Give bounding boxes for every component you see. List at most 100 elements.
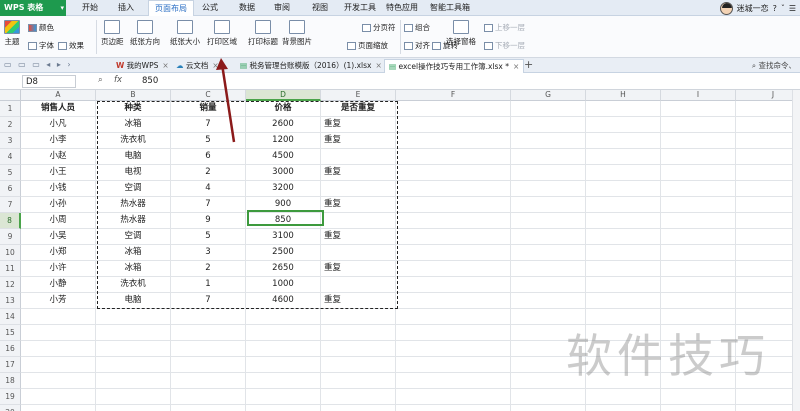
margins-button[interactable]: 页边距 [101, 20, 124, 47]
close-icon[interactable]: × [162, 61, 168, 70]
command-search[interactable]: ⌕ 查找命令、 [752, 60, 796, 71]
cell[interactable] [736, 101, 800, 117]
cell[interactable] [21, 373, 96, 389]
cell[interactable] [171, 325, 246, 341]
cell[interactable] [396, 341, 511, 357]
cell[interactable]: 1000 [246, 277, 321, 293]
cell[interactable] [586, 213, 661, 229]
cell[interactable]: 小芳 [21, 293, 96, 309]
row-header[interactable]: 14 [0, 309, 21, 325]
cell[interactable] [511, 101, 586, 117]
menu-item-8[interactable]: 特色应用 [380, 0, 424, 16]
cell[interactable]: 7 [171, 117, 246, 133]
cell[interactable] [661, 245, 736, 261]
cell[interactable] [396, 101, 511, 117]
tab-my-wps[interactable]: W 我的WPS × [112, 59, 173, 73]
cell[interactable]: 电脑 [96, 293, 171, 309]
cell[interactable] [511, 213, 586, 229]
cell[interactable] [396, 373, 511, 389]
vertical-scrollbar[interactable] [792, 90, 800, 411]
cell[interactable]: 重复 [321, 261, 396, 277]
cell[interactable]: 销售人员 [21, 101, 96, 117]
cell[interactable] [661, 133, 736, 149]
cell[interactable]: 重复 [321, 229, 396, 245]
avatar[interactable] [719, 1, 733, 15]
cell[interactable] [586, 405, 661, 411]
cell[interactable] [511, 405, 586, 411]
cell[interactable]: 重复 [321, 197, 396, 213]
user-name[interactable]: 迷城一恋 [737, 3, 769, 14]
cell[interactable] [661, 213, 736, 229]
page-zoom-button[interactable]: 页面缩放 [347, 40, 388, 51]
bring-forward-button[interactable]: 上移一层 [484, 22, 525, 33]
cell[interactable] [246, 389, 321, 405]
cell[interactable] [661, 389, 736, 405]
row-header[interactable]: 12 [0, 277, 21, 293]
cell[interactable]: 空调 [96, 229, 171, 245]
column-header[interactable]: E [321, 90, 396, 101]
new-tab-button[interactable]: + [524, 58, 533, 71]
wps-app-button[interactable]: WPS 表格 ▾ [0, 0, 66, 16]
close-icon[interactable]: × [375, 61, 381, 70]
cell[interactable] [21, 405, 96, 411]
cell[interactable] [396, 197, 511, 213]
cell[interactable]: 小钱 [21, 181, 96, 197]
cell[interactable] [736, 293, 800, 309]
cell[interactable] [246, 341, 321, 357]
cell[interactable] [586, 101, 661, 117]
cell[interactable] [321, 245, 396, 261]
cell[interactable] [586, 181, 661, 197]
cell[interactable] [586, 245, 661, 261]
cell[interactable] [396, 293, 511, 309]
cell[interactable] [586, 197, 661, 213]
menu-item-6[interactable]: 视图 [306, 0, 334, 16]
cell[interactable] [586, 165, 661, 181]
column-header[interactable]: H [586, 90, 661, 101]
cell[interactable]: 900 [246, 197, 321, 213]
row-header[interactable]: 19 [0, 389, 21, 405]
cell[interactable]: 4600 [246, 293, 321, 309]
menu-item-4[interactable]: 数据 [233, 0, 261, 16]
cell[interactable] [586, 277, 661, 293]
cell[interactable] [586, 389, 661, 405]
cell[interactable] [661, 117, 736, 133]
cell[interactable]: 2500 [246, 245, 321, 261]
cell[interactable] [321, 341, 396, 357]
cell[interactable]: 洗衣机 [96, 133, 171, 149]
menu-item-0[interactable]: 开始 [76, 0, 104, 16]
cell[interactable] [171, 357, 246, 373]
cell[interactable]: 小孙 [21, 197, 96, 213]
cell[interactable] [396, 149, 511, 165]
cell[interactable] [511, 261, 586, 277]
cell[interactable] [661, 149, 736, 165]
cell[interactable]: 热水器 [96, 213, 171, 229]
cell[interactable]: 850 [246, 213, 321, 229]
cell[interactable] [96, 325, 171, 341]
column-header[interactable]: G [511, 90, 586, 101]
column-header[interactable]: J [736, 90, 800, 101]
paper-size-button[interactable]: 纸张大小 [170, 20, 200, 47]
cell[interactable] [661, 165, 736, 181]
cell[interactable] [736, 149, 800, 165]
page-break-button[interactable]: 分页符 [362, 22, 396, 33]
menu-item-5[interactable]: 审阅 [268, 0, 296, 16]
cell[interactable] [396, 309, 511, 325]
cell[interactable]: 小凡 [21, 117, 96, 133]
column-header[interactable]: I [661, 90, 736, 101]
cell[interactable]: 小赵 [21, 149, 96, 165]
tab-excel-workbook[interactable]: ▤ excel操作技巧专用工作簿.xlsx * × [384, 59, 525, 73]
cell[interactable]: 1 [171, 277, 246, 293]
cell[interactable]: 7 [171, 197, 246, 213]
cell[interactable]: 空调 [96, 181, 171, 197]
cell[interactable]: 冰箱 [96, 245, 171, 261]
cell[interactable] [511, 229, 586, 245]
cell[interactable] [736, 165, 800, 181]
row-header[interactable]: 17 [0, 357, 21, 373]
cell[interactable] [171, 405, 246, 411]
cell[interactable] [736, 261, 800, 277]
cell[interactable]: 9 [171, 213, 246, 229]
cell[interactable]: 小周 [21, 213, 96, 229]
cell[interactable] [511, 181, 586, 197]
cell[interactable] [321, 181, 396, 197]
cell[interactable] [171, 389, 246, 405]
